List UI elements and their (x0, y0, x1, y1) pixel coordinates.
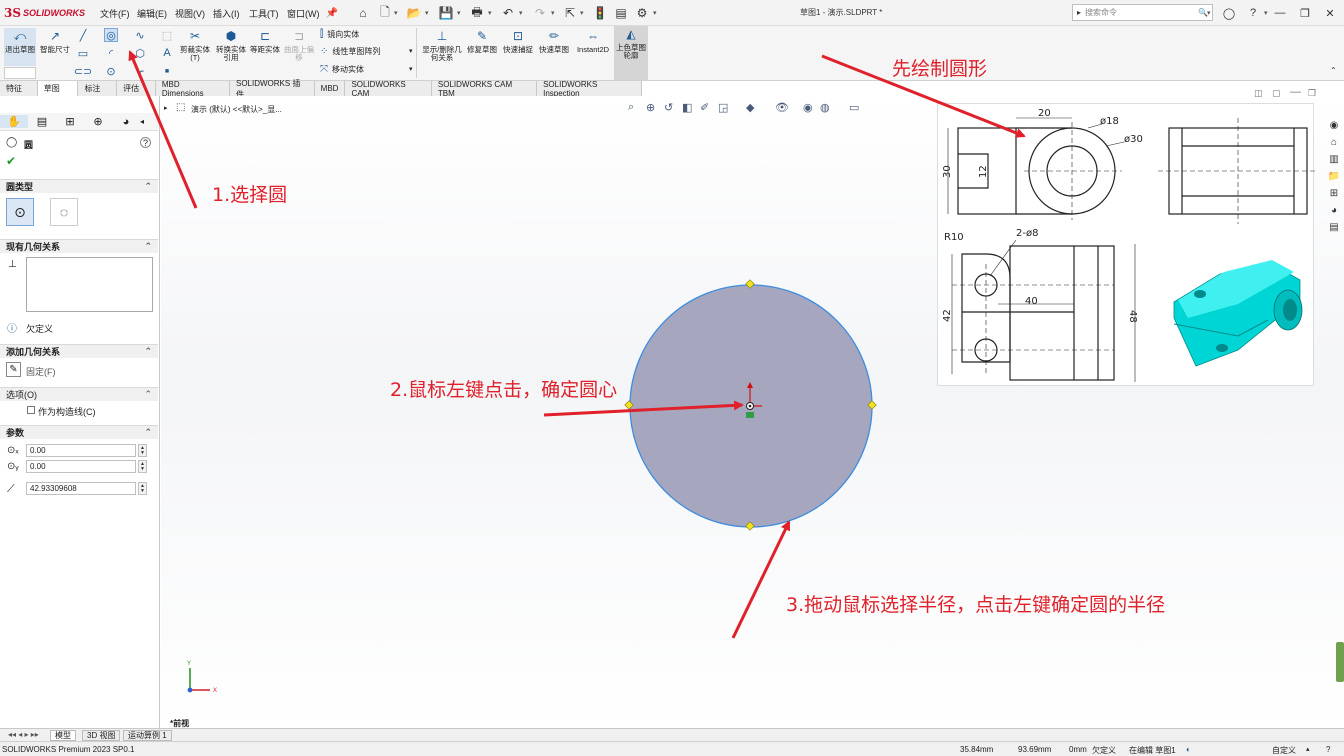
tab-model[interactable]: 模型 (50, 730, 76, 741)
tab-motion-study[interactable]: 运动算例 1 (123, 730, 172, 741)
triad-x-label: X (213, 688, 217, 694)
cursor-x: 35.84mm (960, 745, 994, 754)
rebuild-status-icon[interactable]: ◐ (1186, 745, 1191, 754)
cursor-z: 0mm (1069, 745, 1087, 754)
units-selector[interactable]: 自定义 (1272, 745, 1296, 756)
app-version: SOLIDWORKS Premium 2023 SP0.1 (2, 745, 135, 754)
annotation-step-1: 1.选择圆 (212, 184, 288, 206)
arrow-radius (731, 520, 791, 639)
cursor-y: 93.69mm (1018, 745, 1052, 754)
editing-status: 在编辑 草图1 (1129, 746, 1176, 755)
triad-y-label: Y (187, 661, 191, 667)
arrow-center (543, 400, 744, 417)
status-bar: SOLIDWORKS Premium 2023 SP0.1 35.84mm 93… (0, 741, 1344, 756)
reference-triad: Y X (187, 661, 217, 694)
tab-model-label: 模型 (55, 731, 71, 740)
annotation-step-2: 2.鼠标左键点击，确定圆心 (390, 379, 618, 401)
tabs-scroll-icon[interactable]: ◂◂ ◂ ▸ ▸▸ (8, 730, 39, 739)
units-dropdown-icon[interactable]: ▴ (1306, 745, 1310, 753)
sketch-status: 欠定义 (1092, 746, 1116, 755)
tab-3d-view[interactable]: 3D 视图 (82, 730, 121, 741)
tab-3d-view-label: 3D 视图 (87, 731, 116, 740)
model-view-tabs: ◂◂ ◂ ▸ ▸▸ 模型 3D 视图 运动算例 1 (0, 728, 1344, 741)
annotation-draw-circle-first: 先绘制圆形 (892, 58, 988, 80)
annotation-arrows (128, 50, 1026, 639)
help-status-icon[interactable]: ? (1326, 745, 1330, 754)
arrow-select-circle (128, 50, 198, 209)
annotation-step-3: 3.拖动鼠标选择半径，点击左键确定圆的半径 (786, 594, 1166, 616)
tab-motion-study-label: 运动算例 1 (128, 731, 167, 740)
